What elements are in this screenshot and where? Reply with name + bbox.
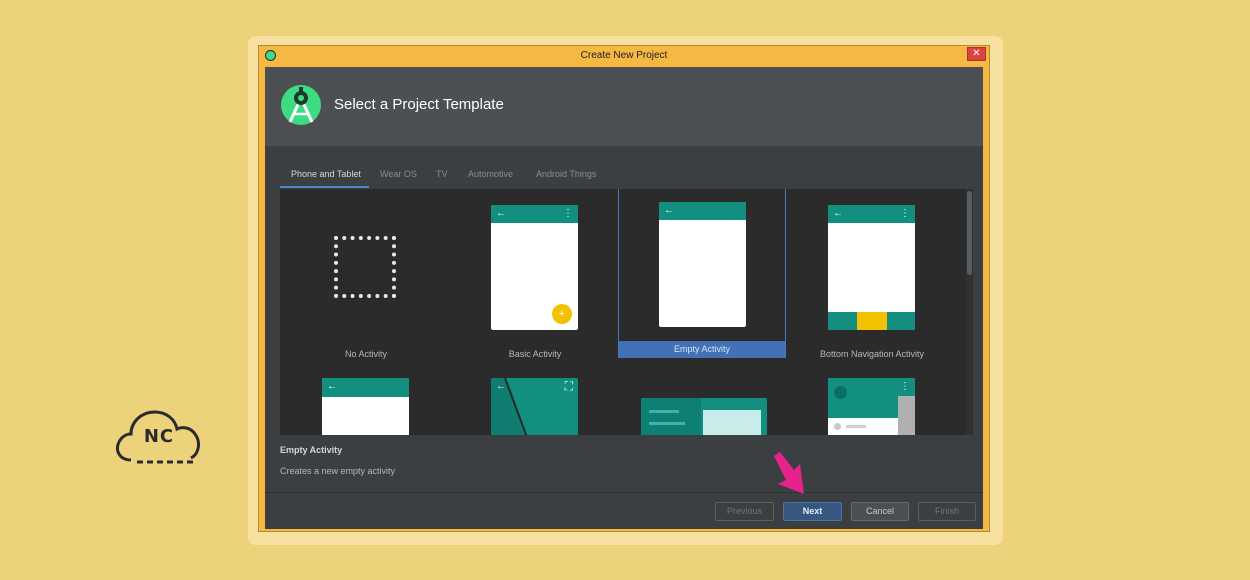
gallery-scrollbar[interactable]: [966, 189, 973, 435]
bottom-navigation-bar: [828, 312, 915, 330]
more-menu-icon: ⋮: [900, 208, 910, 219]
active-tab-indicator: [280, 186, 369, 188]
create-project-window: Create New Project ✕ Select a Project Te…: [258, 45, 990, 532]
back-arrow-icon: ←: [496, 381, 506, 392]
app-bar: ←: [659, 202, 746, 220]
more-menu-icon: ⋮: [563, 208, 573, 219]
dialog-content: Select a Project Template Phone and Tabl…: [265, 67, 983, 529]
back-arrow-icon: ←: [327, 381, 337, 392]
page-title: Select a Project Template: [334, 96, 504, 113]
template-label: Basic Activity: [508, 349, 562, 359]
template-no-activity[interactable]: No Activity: [282, 190, 450, 362]
template-bottom-navigation-activity[interactable]: ← ⋮ Bottom Navigation Activity: [788, 190, 956, 362]
template-description-title: Empty Activity: [280, 445, 343, 455]
template-gallery: No Activity ← ⋮ + Basic Activity ← Empty…: [280, 189, 973, 435]
previous-button[interactable]: Previous: [715, 502, 774, 521]
footer-divider: [265, 492, 983, 493]
back-arrow-icon: ←: [833, 208, 843, 219]
app-bar: ←: [322, 378, 409, 397]
logo-text: NC: [143, 426, 175, 447]
finish-button[interactable]: Finish: [918, 502, 976, 521]
tab-automotive[interactable]: Automotive: [468, 169, 513, 179]
pointer-arrow-icon: [774, 452, 804, 494]
back-arrow-icon: ←: [496, 208, 506, 219]
dialog-header: Select a Project Template: [265, 67, 983, 146]
template-preview-row2-3[interactable]: [641, 398, 767, 435]
next-button[interactable]: Next: [783, 502, 842, 521]
template-label: Empty Activity: [619, 341, 785, 358]
template-basic-activity[interactable]: ← ⋮ + Basic Activity: [451, 190, 619, 362]
no-activity-icon: [334, 236, 396, 298]
tab-phone-and-tablet[interactable]: Phone and Tablet: [291, 169, 361, 179]
back-arrow-icon: ←: [664, 205, 674, 216]
window-title: Create New Project: [580, 50, 668, 61]
phone-preview: ← ⋮ +: [491, 205, 578, 330]
tab-tv[interactable]: TV: [436, 169, 448, 179]
title-bar: Create New Project ✕: [259, 46, 989, 66]
template-empty-activity[interactable]: ← Empty Activity: [618, 189, 786, 358]
android-studio-icon: [281, 85, 321, 125]
tab-android-things[interactable]: Android Things: [536, 169, 596, 179]
template-preview-row2-1[interactable]: ←: [322, 378, 409, 435]
close-button[interactable]: ✕: [967, 47, 986, 61]
template-preview-row2-4[interactable]: ⋮: [828, 378, 915, 435]
template-label: Bottom Navigation Activity: [819, 349, 925, 359]
more-menu-icon: ⋮: [900, 381, 910, 392]
phone-preview: ←: [659, 202, 746, 327]
nc-cloud-logo: NC: [113, 406, 205, 468]
template-label: No Activity: [344, 349, 387, 359]
tab-wear-os[interactable]: Wear OS: [380, 169, 417, 179]
phone-preview: ← ⋮: [828, 205, 915, 330]
template-preview-row2-2[interactable]: ← ⛶: [491, 378, 578, 435]
scrollbar-thumb[interactable]: [967, 191, 972, 275]
template-description-text: Creates a new empty activity: [280, 466, 396, 476]
app-bar: ← ⋮: [491, 205, 578, 223]
app-bar: ← ⋮: [828, 205, 915, 223]
cancel-button[interactable]: Cancel: [851, 502, 909, 521]
fab-plus-icon: +: [552, 304, 572, 324]
fullscreen-icon: ⛶: [564, 379, 573, 393]
